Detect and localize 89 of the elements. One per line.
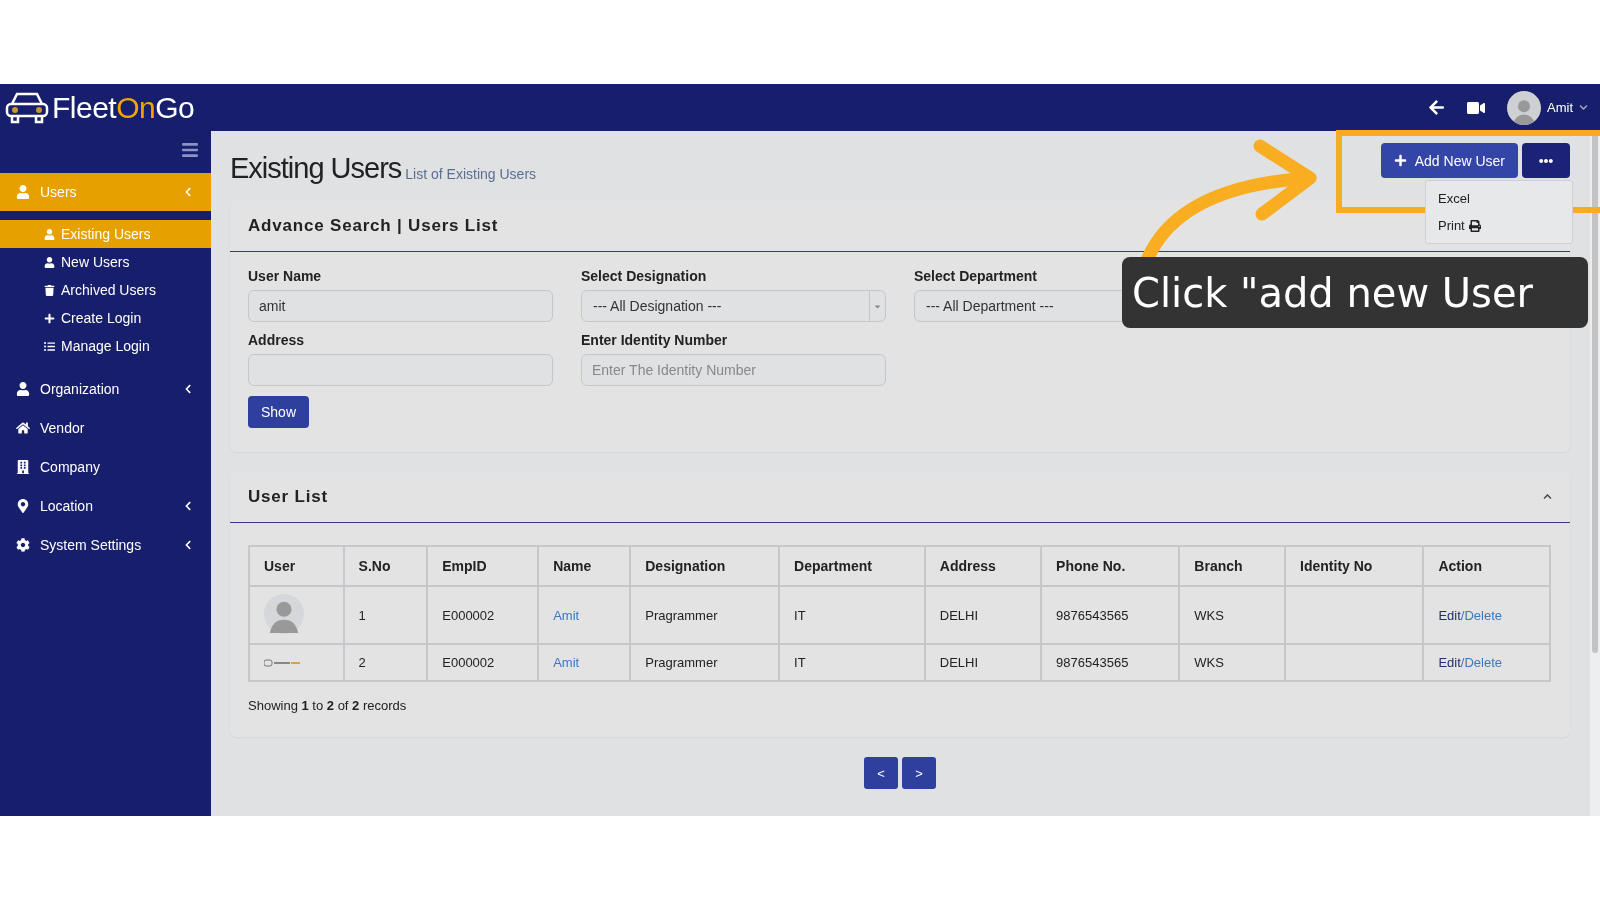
gear-icon	[16, 538, 30, 552]
sidebar-subitem[interactable]: Archived Users	[0, 276, 211, 304]
chevron-left-icon	[183, 540, 193, 550]
add-user-button[interactable]: Add New User	[1380, 143, 1518, 178]
printer-icon	[1468, 219, 1481, 232]
table-cell: E000002	[427, 586, 539, 644]
list-icon	[44, 340, 55, 352]
edit-link[interactable]: Edit	[1438, 655, 1461, 670]
table-cell: 2	[343, 644, 428, 681]
scrollbar-thumb[interactable]	[1592, 133, 1598, 653]
menu-item[interactable]: Print	[1426, 212, 1572, 239]
card-title: User List	[248, 486, 328, 507]
field-label: Select Designation	[581, 268, 708, 284]
sidebar-subitem[interactable]: New Users	[0, 248, 211, 276]
table-cell: Pragrammer	[630, 644, 780, 681]
table-cell: IT	[779, 644, 925, 681]
table-cell: 9876543565	[1041, 586, 1180, 644]
page-subtitle: List of Existing Users	[405, 166, 537, 184]
field-label: User Name	[248, 268, 323, 284]
sidebar-subitem[interactable]: Manage Login	[0, 332, 211, 360]
user-name[interactable]: Amit	[1547, 100, 1573, 115]
house-icon	[16, 421, 30, 435]
column-header: Designation	[630, 546, 780, 586]
table-cell: E000002	[427, 644, 539, 681]
avatar-icon	[264, 594, 304, 634]
field-label: Enter Identity Number	[581, 332, 729, 348]
page-title: Existing Users	[230, 152, 402, 185]
column-header: Identity No	[1285, 546, 1424, 586]
table-cell: IT	[779, 586, 925, 644]
column-header: Branch	[1179, 546, 1286, 586]
avatar-icon[interactable]	[1507, 90, 1541, 125]
sidebar-item[interactable]: Organization	[0, 370, 211, 408]
sidebar-item[interactable]: Company	[0, 448, 211, 486]
column-header: Action	[1423, 546, 1550, 586]
table-cell: Pragrammer	[630, 586, 780, 644]
table-cell: 1	[343, 586, 428, 644]
show-button[interactable]: Show	[248, 396, 310, 428]
chevron-down-icon[interactable]	[1579, 103, 1588, 112]
column-header: S.No	[343, 546, 428, 586]
column-header: Name	[538, 546, 631, 586]
logo-icon	[264, 659, 302, 667]
map-pin-icon	[16, 499, 30, 513]
trash-icon	[44, 284, 55, 296]
plus-icon	[1393, 154, 1407, 167]
edit-link[interactable]: Edit	[1438, 607, 1461, 623]
sidebar-subitem[interactable]: Create Login	[0, 304, 211, 332]
column-header: EmpID	[427, 546, 539, 586]
delete-link[interactable]: /Delete	[1460, 655, 1502, 670]
collapse-icon[interactable]	[1543, 492, 1552, 501]
table-cell: DELHI	[924, 644, 1042, 681]
select-field[interactable]: --- All Designation ---	[581, 290, 886, 322]
chevron-left-icon	[183, 501, 193, 511]
table-cell: DELHI	[924, 586, 1042, 644]
name-link[interactable]: Amit	[553, 607, 580, 623]
annotation-tooltip: Click "add new User	[1122, 257, 1588, 328]
name-link[interactable]: Amit	[553, 655, 580, 670]
chevron-left-icon	[183, 187, 193, 197]
input-field[interactable]: Enter The Identity Number	[581, 354, 886, 386]
user-icon	[44, 256, 55, 268]
column-header: Address	[924, 546, 1042, 586]
chevron-left-icon	[183, 384, 193, 394]
user-icon	[16, 185, 30, 199]
user-icon	[16, 382, 30, 396]
column-header: User	[249, 546, 344, 586]
input-field[interactable]: amit	[248, 290, 553, 322]
table-cell: WKS	[1179, 586, 1286, 644]
user-icon	[44, 228, 55, 240]
field-label: Address	[248, 332, 306, 348]
page-button[interactable]: >	[902, 757, 936, 789]
menu-icon[interactable]	[181, 141, 199, 159]
brand-logo: FleetOnGo	[52, 90, 195, 125]
menu-item[interactable]: Excel	[1426, 185, 1572, 212]
field-label: Select Department	[914, 268, 1038, 284]
table-cell: 9876543565	[1041, 644, 1180, 681]
delete-link[interactable]: /Delete	[1460, 607, 1502, 623]
back-arrow-icon[interactable]	[1428, 99, 1445, 116]
plus-icon	[44, 312, 55, 324]
building-icon	[16, 460, 30, 474]
records-summary: Showing 1 to 2 of 2 records	[248, 698, 408, 715]
sidebar-item[interactable]: System Settings	[0, 526, 211, 564]
column-header: Phone No.	[1041, 546, 1180, 586]
input-field[interactable]	[248, 354, 553, 386]
sidebar-item[interactable]: Vendor	[0, 409, 211, 447]
page-button[interactable]: <	[864, 757, 898, 789]
sidebar-item[interactable]: Location	[0, 487, 211, 525]
column-header: Department	[779, 546, 925, 586]
card-title: Advance Search | Users List	[248, 215, 499, 236]
table-cell: WKS	[1179, 644, 1286, 681]
more-button[interactable]	[1522, 143, 1570, 178]
